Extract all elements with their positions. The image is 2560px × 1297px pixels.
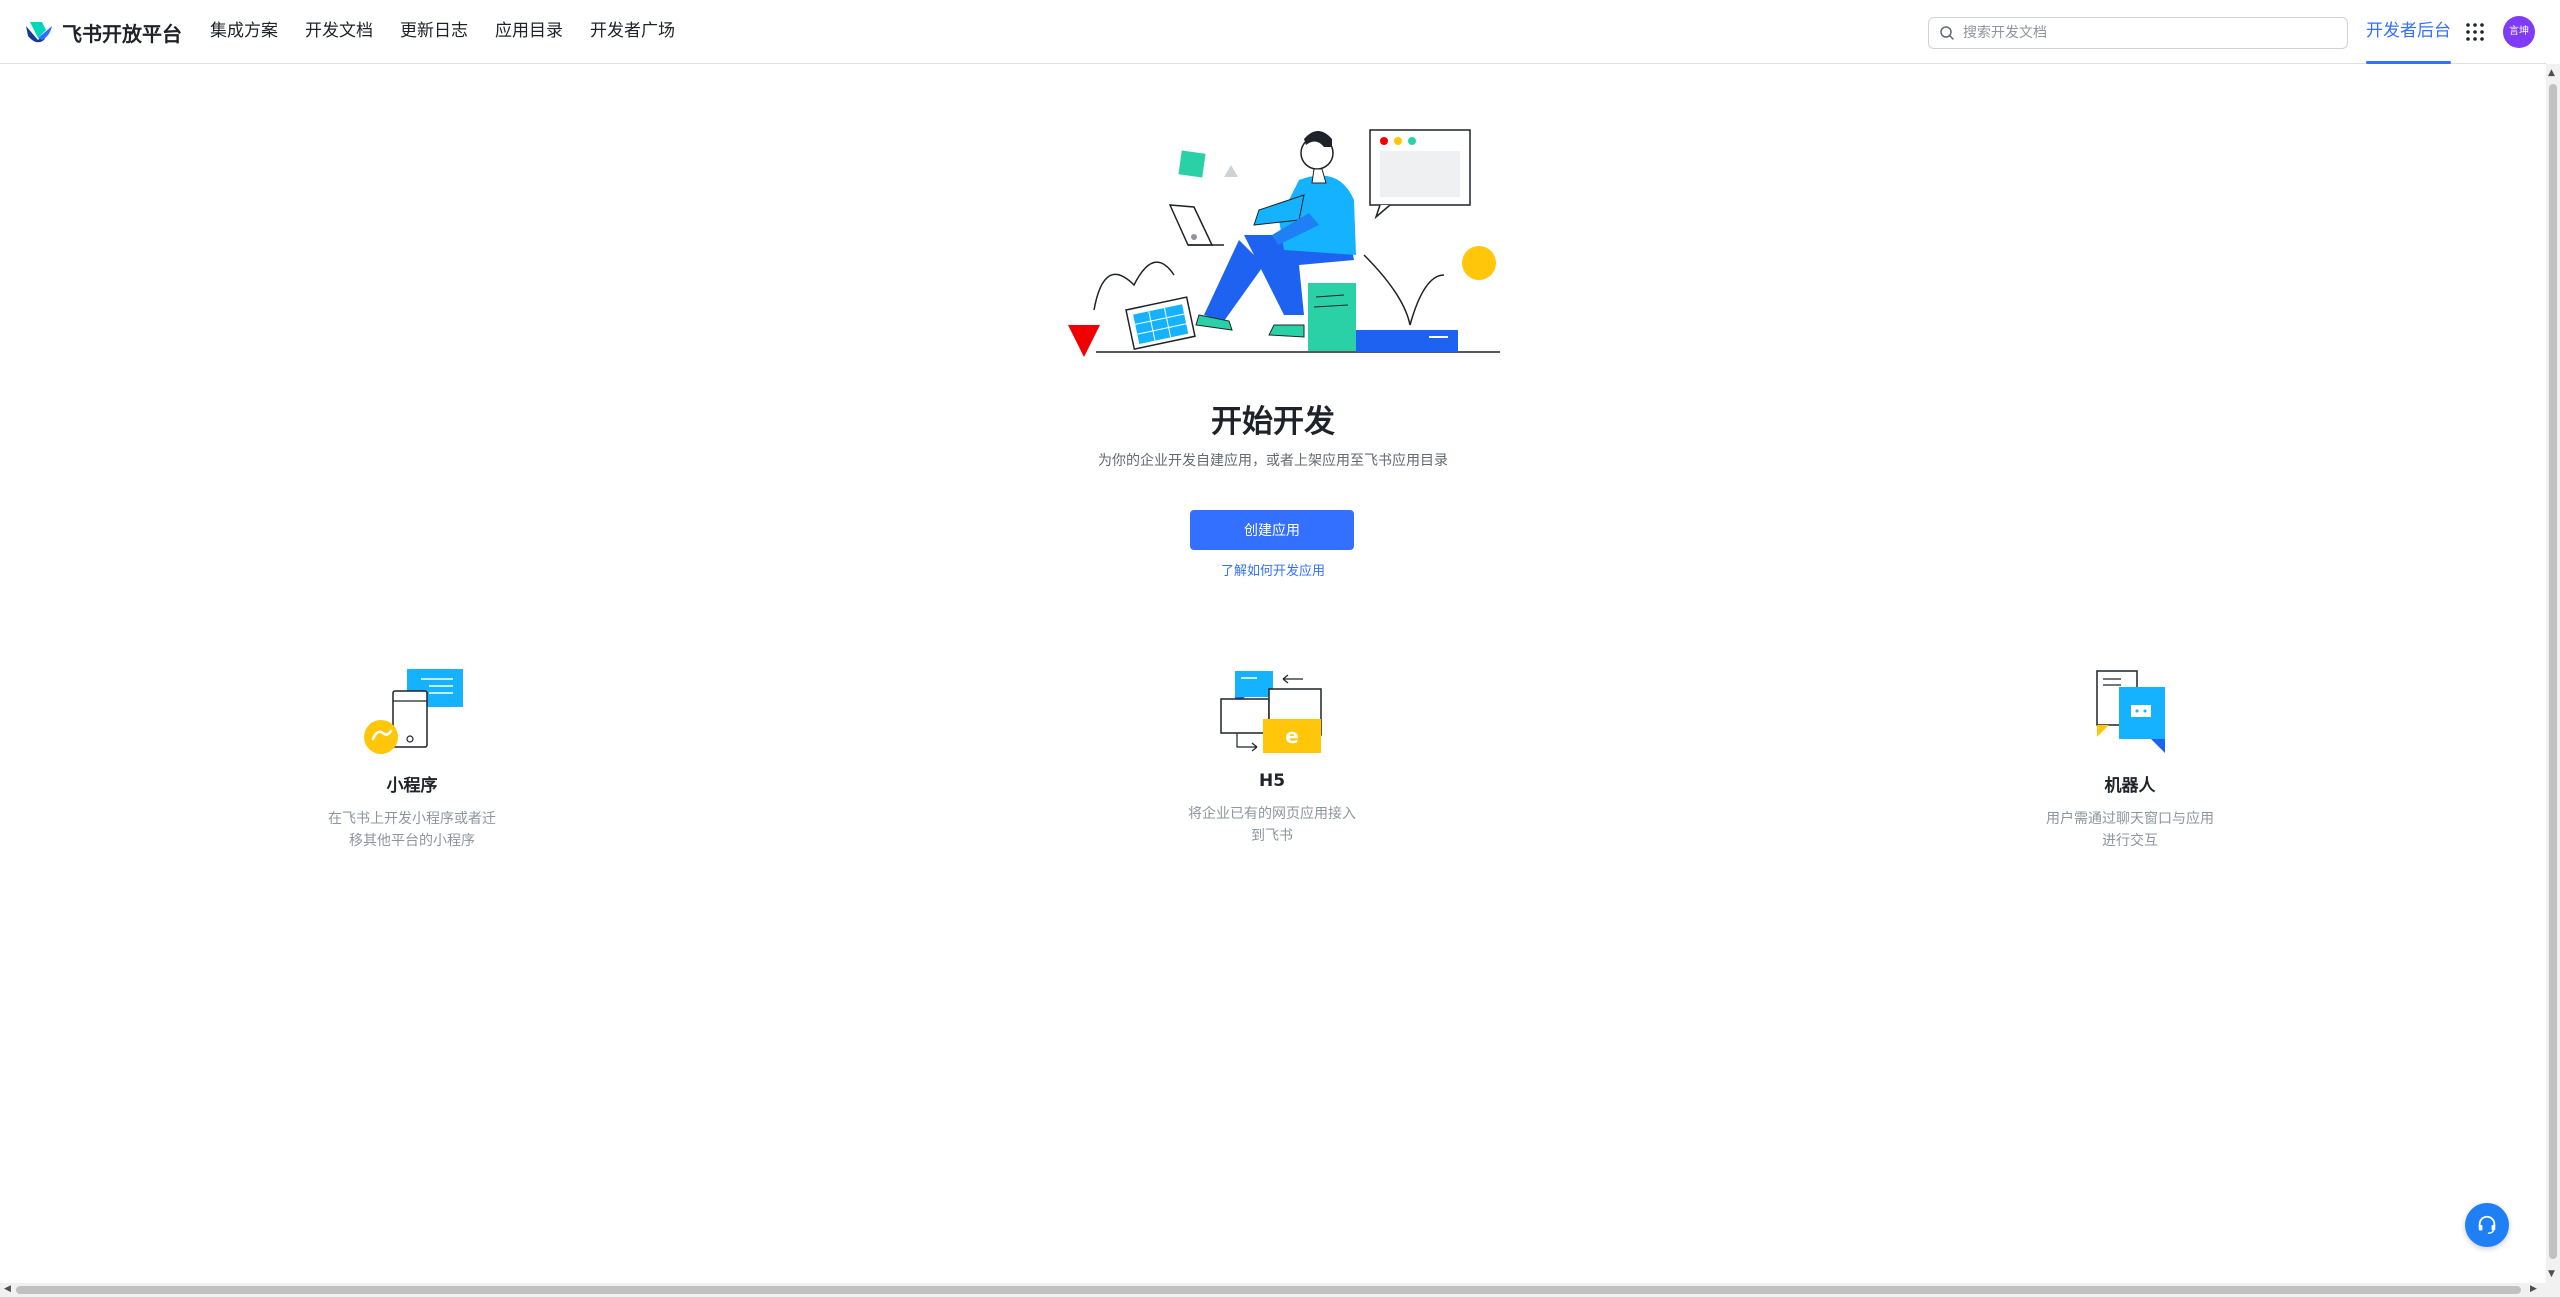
feature-description: 用户需通过聊天窗口与应用进行交互 — [2046, 811, 2214, 849]
nav-item-docs[interactable]: 开发文档 — [305, 0, 373, 64]
search-input[interactable] — [1963, 21, 2333, 45]
scroll-left-arrow-icon[interactable]: ◀ — [4, 1284, 11, 1294]
vertical-scroll-thumb[interactable] — [2549, 84, 2557, 1259]
developer-console-label: 开发者后台 — [2366, 21, 2451, 41]
top-navigation: 飞书开放平台 集成方案 开发文档 更新日志 应用目录 开发者广场 开发者后台 言… — [0, 0, 2546, 64]
nav-item-developer-square[interactable]: 开发者广场 — [590, 0, 675, 64]
feishu-logo-icon — [26, 22, 52, 43]
horizontal-scroll-thumb[interactable] — [16, 1286, 2521, 1294]
main-nav: 集成方案 开发文档 更新日志 应用目录 开发者广场 — [210, 0, 702, 64]
feature-h5[interactable]: e H5 将企业已有的网页应用接入到飞书 — [1152, 665, 1392, 847]
developer-illustration — [1068, 129, 1500, 357]
nav-item-app-directory[interactable]: 应用目录 — [495, 0, 563, 64]
horizontal-scrollbar[interactable]: ◀ ▶ — [0, 1283, 2560, 1297]
user-avatar[interactable]: 言坤 — [2503, 16, 2535, 48]
vertical-scrollbar[interactable]: ▲ ▼ — [2546, 64, 2560, 1283]
page-title: 开始开发 — [1211, 404, 1335, 440]
feature-title: 机器人 — [2104, 776, 2156, 796]
h5-icon: e — [1220, 671, 1322, 753]
nav-item-changelog[interactable]: 更新日志 — [400, 0, 468, 64]
feature-bot[interactable]: 机器人 用户需通过聊天窗口与应用进行交互 — [2010, 665, 2250, 852]
active-tab-indicator — [2366, 61, 2451, 64]
mini-program-icon — [364, 669, 463, 754]
developer-console-link[interactable]: 开发者后台 — [2366, 0, 2451, 64]
svg-text:e: e — [1285, 724, 1299, 748]
feature-description: 将企业已有的网页应用接入到飞书 — [1188, 806, 1356, 844]
apps-grid-icon[interactable] — [2465, 22, 2485, 42]
bot-icon — [2096, 670, 2165, 753]
feature-title: H5 — [1258, 771, 1286, 791]
headset-icon — [2478, 1215, 2496, 1234]
page-subtitle: 为你的企业开发自建应用，或者上架应用至飞书应用目录 — [1098, 453, 1448, 469]
search-icon — [1940, 26, 1954, 40]
brand-name: 飞书开放平台 — [62, 21, 182, 46]
scroll-down-arrow-icon[interactable]: ▼ — [2548, 1269, 2555, 1279]
brand-logo[interactable]: 飞书开放平台 — [24, 18, 182, 46]
feature-title: 小程序 — [386, 776, 438, 796]
create-app-button[interactable]: 创建应用 — [1190, 510, 1354, 550]
help-support-button[interactable] — [2465, 1203, 2509, 1247]
scroll-up-arrow-icon[interactable]: ▲ — [2548, 68, 2555, 78]
search-box[interactable] — [1928, 17, 2348, 49]
learn-how-link[interactable]: 了解如何开发应用 — [0, 560, 2546, 579]
nav-item-solutions[interactable]: 集成方案 — [210, 0, 278, 64]
feature-description: 在飞书上开发小程序或者迁移其他平台的小程序 — [328, 811, 496, 849]
scroll-right-arrow-icon[interactable]: ▶ — [2530, 1284, 2537, 1294]
feature-mini-program[interactable]: 小程序 在飞书上开发小程序或者迁移其他平台的小程序 — [292, 665, 532, 852]
